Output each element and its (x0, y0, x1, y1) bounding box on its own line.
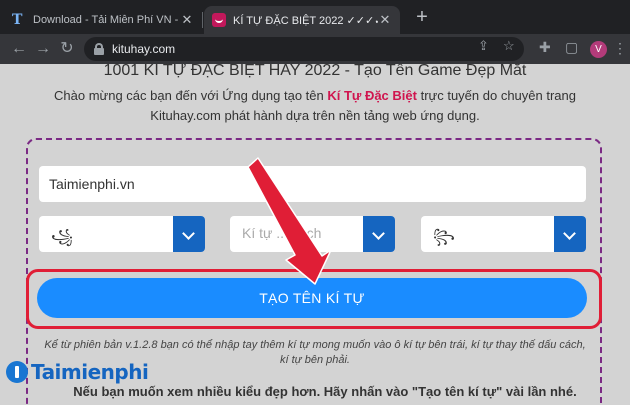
name-input[interactable] (39, 166, 586, 202)
watermark-text: Taimienphi (31, 360, 149, 384)
taimienphi-logo-icon (6, 361, 28, 383)
reload-icon[interactable]: ↻ (56, 38, 78, 60)
forward-icon[interactable]: → (32, 38, 54, 60)
new-tab-button[interactable]: + (410, 6, 434, 30)
lock-icon[interactable] (94, 43, 104, 55)
extensions-icon[interactable]: ✚ (539, 39, 551, 56)
menu-icon[interactable]: ⋮ (613, 39, 627, 57)
chevron-down-icon[interactable] (554, 216, 586, 252)
share-icon[interactable]: ⇪ (478, 38, 489, 54)
create-name-button[interactable]: TẠO TÊN KÍ TỰ (37, 278, 587, 318)
intro-before: Chào mừng các bạn đến với Ứng dụng tạo t… (54, 88, 328, 103)
avatar[interactable]: V (590, 41, 607, 58)
watermark: Taimienphi (6, 360, 149, 384)
tab-title: KÍ TỰ ĐẶC BIỆT 2022 ✓✓✓✓ Đ (233, 14, 378, 27)
close-icon[interactable]: ✕ (180, 12, 194, 28)
intro-text: Chào mừng các bạn đến với Ứng dụng tạo t… (30, 86, 600, 126)
back-icon[interactable]: ← (8, 38, 30, 60)
address-bar[interactable]: kituhay.com (84, 37, 524, 61)
tab-kituhay[interactable]: KÍ TỰ ĐẶC BIỆT 2022 ✓✓✓✓ Đ ✕ (204, 6, 400, 34)
intro-highlight: Kí Tự Đặc Biệt (327, 88, 417, 103)
tab-divider (202, 12, 203, 28)
t-favicon-icon: T (12, 12, 23, 28)
window-icon[interactable]: ▢ (565, 39, 578, 56)
page-content: 1001 KÍ TỰ ĐẶC BIỆT HAY 2022 - Tạo Tên G… (0, 64, 630, 405)
bottom-hint: Nếu bạn muốn xem nhiều kiểu đẹp hơn. Hãy… (73, 384, 577, 399)
chevron-down-icon[interactable] (363, 216, 395, 252)
select-value: ꧂ (433, 228, 455, 244)
url-text: kituhay.com (112, 42, 176, 56)
browser-toolbar: ← → ↻ kituhay.com ⇪ ☆ ✚ ▢ V ⋮ (0, 34, 630, 64)
tab-bar: T Download - Tải Miễn Phí VN - Ph ✕ KÍ T… (0, 0, 630, 34)
left-symbol-select[interactable]: ꧁ (39, 216, 205, 252)
tab-title: Download - Tải Miễn Phí VN - Ph (33, 14, 180, 26)
tab-download[interactable]: T Download - Tải Miễn Phí VN - Ph ✕ (4, 6, 202, 34)
close-icon[interactable]: ✕ (378, 12, 392, 28)
select-value: ꧁ (51, 228, 73, 244)
space-symbol-select[interactable]: Kí tự ... cách (230, 216, 395, 252)
kituhay-favicon-icon (212, 13, 226, 27)
page-title: 1001 KÍ TỰ ĐẶC BIỆT HAY 2022 - Tạo Tên G… (103, 64, 527, 79)
select-placeholder: Kí tự ... cách (242, 225, 322, 241)
chevron-down-icon[interactable] (173, 216, 205, 252)
right-symbol-select[interactable]: ꧂ (421, 216, 586, 252)
star-icon[interactable]: ☆ (503, 38, 515, 54)
